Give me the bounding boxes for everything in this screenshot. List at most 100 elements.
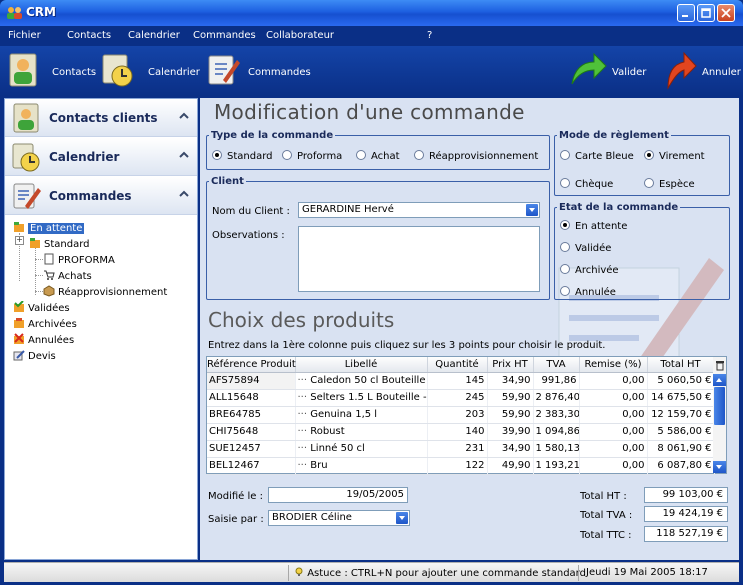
etat-annulee-radio[interactable]: Annulée — [560, 286, 616, 298]
folder-cancel-icon — [14, 333, 24, 344]
col-prix-ht[interactable]: Prix HT — [487, 357, 534, 373]
table-row[interactable]: ALL15648 ··· Selters 1.5 L Bouteille - 2… — [207, 389, 715, 407]
sidebar-section-contacts[interactable]: Contacts clients — [5, 99, 197, 137]
app-people-icon — [7, 7, 22, 19]
tree-item-en-attente[interactable]: En attente — [13, 221, 85, 235]
client-select[interactable]: GERARDINE Hervé — [298, 202, 540, 218]
trash-icon[interactable] — [715, 359, 725, 371]
chevron-up-icon[interactable] — [179, 189, 189, 199]
mode-espece-radio[interactable]: Espèce — [644, 178, 695, 190]
quote-pen-icon — [13, 350, 25, 361]
table-row[interactable]: SUE12457 ··· Linné 50 cl 231 34,90 1 580… — [207, 440, 715, 458]
mode-carte-bleue-radio[interactable]: Carte Bleue — [560, 150, 634, 162]
menu-help[interactable]: ? — [427, 30, 432, 41]
status-datetime: Jeudi 19 Mai 2005 18:17 — [586, 567, 708, 578]
col-tva[interactable]: TVA — [533, 357, 580, 373]
chevron-down-icon[interactable] — [396, 512, 408, 524]
toolbar-calendrier-button[interactable]: Calendrier — [100, 50, 200, 92]
menu-collaborateur[interactable]: Collaborateur — [266, 30, 334, 41]
mode-cheque-radio[interactable]: Chèque — [560, 178, 613, 190]
folder-check-icon — [14, 301, 24, 312]
minimize-icon — [682, 15, 688, 17]
saisie-select[interactable]: BRODIER Céline — [268, 510, 410, 526]
maximize-button[interactable] — [697, 4, 715, 22]
order-pen-icon — [208, 55, 240, 85]
observations-label: Observations : — [212, 230, 285, 241]
total-tva-value: 19 424,19 € — [644, 506, 728, 522]
scroll-thumb[interactable] — [714, 387, 725, 425]
type-reappro-radio[interactable]: Réapprovisionnement — [414, 150, 538, 162]
document-icon — [44, 253, 54, 265]
order-pen-icon — [13, 183, 41, 209]
title-bar[interactable]: CRM — [0, 0, 743, 26]
minimize-button[interactable] — [677, 4, 695, 22]
tree-item-reapprovisionnement[interactable]: Réapprovisionnement — [43, 285, 167, 299]
validate-arrow-icon — [571, 52, 607, 85]
scroll-down-button[interactable] — [713, 461, 726, 473]
toolbar: Contacts Calendrier Commandes Valider An… — [0, 46, 743, 96]
type-achat-radio[interactable]: Achat — [356, 150, 400, 162]
sidebar-section-commandes[interactable]: Commandes — [5, 177, 197, 215]
cancel-arrow-icon — [667, 51, 697, 90]
mode-virement-radio[interactable]: Virement — [644, 150, 705, 162]
status-bar: Astuce : CTRL+N pour ajouter une command… — [4, 562, 739, 582]
contacts-icon — [9, 53, 37, 87]
menu-contacts[interactable]: Contacts — [67, 30, 111, 41]
table-row[interactable]: CHI75648 ··· Robust 140 39,90 1 094,86 0… — [207, 423, 715, 441]
total-ht-label: Total HT : — [580, 491, 627, 502]
tree-item-standard[interactable]: Standard — [29, 237, 90, 251]
chevron-up-icon[interactable] — [179, 150, 189, 160]
tree-item-archivees[interactable]: Archivées — [13, 317, 77, 331]
scroll-up-button[interactable] — [713, 374, 726, 386]
toolbar-valider-button[interactable]: Valider — [568, 50, 648, 92]
tree-item-validees[interactable]: Validées — [13, 301, 70, 315]
table-row[interactable]: BEL12467 ··· Bru 122 49,90 1 193,21 0,00… — [207, 457, 715, 475]
table-row[interactable]: AFS75894 ··· Caledon 50 cl Bouteille - 1… — [207, 372, 715, 390]
lightbulb-icon — [295, 567, 303, 576]
etat-en-attente-radio[interactable]: En attente — [560, 220, 627, 232]
observations-textarea[interactable] — [298, 226, 540, 292]
folder-orange-icon — [14, 222, 24, 232]
modified-label: Modifié le : — [208, 491, 263, 502]
col-quantite[interactable]: Quantité — [427, 357, 488, 373]
tree-expander[interactable]: + — [15, 236, 24, 245]
tree-item-achats[interactable]: Achats — [43, 269, 92, 283]
menu-calendrier[interactable]: Calendrier — [128, 30, 180, 41]
table-row[interactable]: BRE64785 ··· Genuina 1,5 l 203 59,90 2 3… — [207, 406, 715, 424]
contacts-icon — [13, 103, 39, 133]
grid-scrollbar[interactable] — [713, 357, 726, 473]
toolbar-annuler-button[interactable]: Annuler — [660, 50, 742, 92]
menu-bar: Fichier Contacts Calendrier Commandes Co… — [0, 26, 743, 46]
col-libelle[interactable]: Libellé — [295, 357, 428, 373]
menu-commandes[interactable]: Commandes — [193, 30, 256, 41]
menu-fichier[interactable]: Fichier — [8, 30, 41, 41]
close-icon — [721, 8, 731, 18]
col-remise[interactable]: Remise (%) — [579, 357, 648, 373]
folder-archive-icon — [14, 318, 24, 328]
tree-item-devis[interactable]: Devis — [13, 349, 56, 363]
etat-validee-radio[interactable]: Validée — [560, 242, 611, 254]
sidebar: Contacts clients Calendrier Commandes + … — [4, 98, 198, 560]
client-label: Nom du Client : — [212, 206, 290, 217]
total-ttc-value: 118 527,19 € — [644, 526, 728, 542]
etat-archivee-radio[interactable]: Archivée — [560, 264, 619, 276]
col-total-ht[interactable]: Total HT — [647, 357, 715, 373]
sidebar-section-calendrier[interactable]: Calendrier — [5, 138, 197, 176]
chevron-down-icon[interactable] — [526, 204, 538, 216]
toolbar-contacts-button[interactable]: Contacts — [6, 50, 101, 92]
maximize-icon — [701, 8, 711, 18]
type-standard-radio[interactable]: Standard — [212, 150, 273, 162]
chevron-up-icon[interactable] — [179, 111, 189, 121]
cart-icon — [44, 270, 55, 280]
tree-item-annulees[interactable]: Annulées — [13, 333, 74, 347]
col-reference[interactable]: Référence Produit — [207, 357, 296, 373]
products-grid[interactable]: Référence Produit Libellé Quantité Prix … — [206, 356, 727, 475]
toolbar-commandes-button[interactable]: Commandes — [205, 50, 311, 92]
close-button[interactable] — [717, 4, 735, 22]
type-proforma-radio[interactable]: Proforma — [282, 150, 342, 162]
modified-date-field[interactable]: 19/05/2005 — [268, 487, 408, 503]
calendar-clock-icon — [12, 143, 40, 172]
saisie-label: Saisie par : — [208, 514, 264, 525]
tree-item-proforma[interactable]: PROFORMA — [43, 253, 115, 267]
main-panel: Modification d'une commande Type de la c… — [200, 98, 739, 560]
